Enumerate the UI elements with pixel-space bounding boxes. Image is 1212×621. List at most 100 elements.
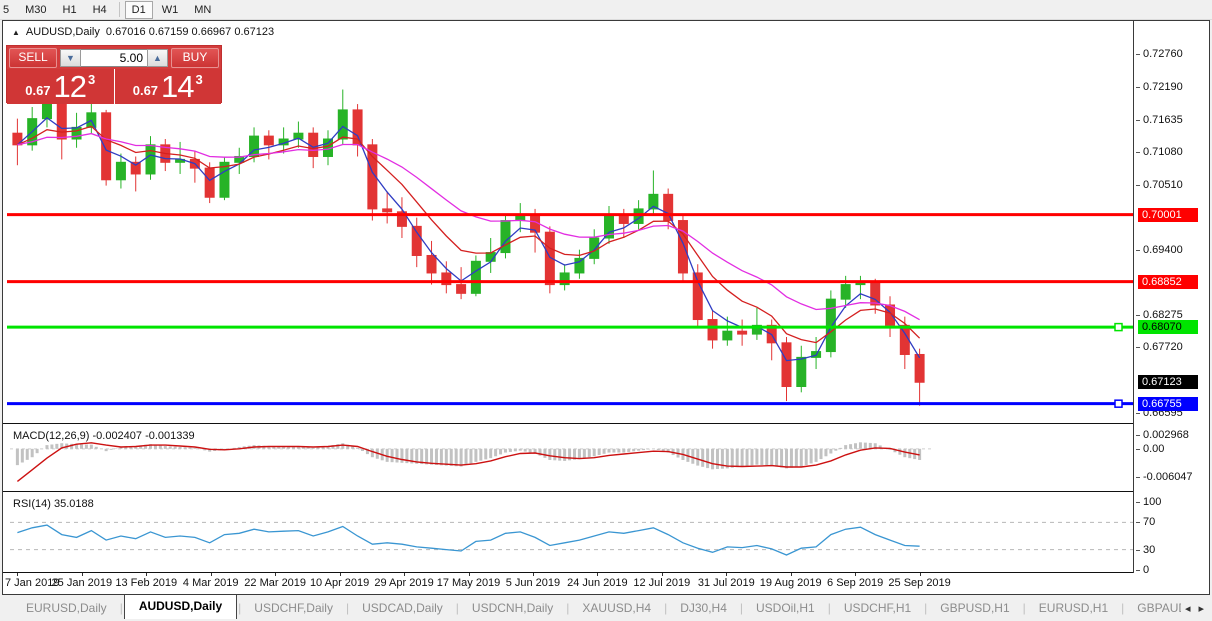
price-level-badge: 0.66755 (1138, 397, 1198, 411)
chart-title: ▲ AUDUSD,Daily 0.67016 0.67159 0.66967 0… (12, 26, 274, 38)
tab-eurusd-h1[interactable]: EURUSD,H1 (1027, 598, 1120, 618)
date-label: 25 Jan 2019 (52, 577, 113, 589)
axis-tick-label: 0.002968 (1143, 429, 1189, 442)
timeframe-button-h4[interactable]: H4 (86, 1, 114, 19)
axis-tick-label: 0.70510 (1143, 179, 1183, 192)
tab-audusd-daily[interactable]: AUDUSD,Daily (124, 595, 237, 619)
tab-usdcad-daily[interactable]: USDCAD,Daily (350, 598, 455, 618)
date-label: 22 Mar 2019 (244, 577, 306, 589)
timeframe-button-m30[interactable]: M30 (18, 1, 53, 19)
date-tick (791, 573, 792, 576)
date-label: 29 Apr 2019 (374, 577, 433, 589)
date-tick (82, 573, 83, 576)
chart-symbol-label: AUDUSD,Daily (26, 26, 100, 38)
rsi-label: RSI(14) 35.0188 (13, 498, 94, 510)
tab-scroll-arrows: ◂▸ (1181, 595, 1208, 621)
chart-ohlc-values: 0.67016 0.67159 0.66967 0.67123 (106, 26, 274, 38)
volume-increase-button[interactable]: ▲ (147, 49, 168, 67)
buy-button[interactable]: BUY (171, 48, 219, 68)
date-tick (211, 573, 212, 576)
axis-tick-label: 0.71080 (1143, 146, 1183, 159)
date-tick (920, 573, 921, 576)
date-tick (17, 573, 18, 576)
date-label: 31 Jul 2019 (698, 577, 755, 589)
date-label: 6 Sep 2019 (827, 577, 883, 589)
macd-panel[interactable]: MACD(12,26,9) -0.002407 -0.001339 (3, 427, 1209, 491)
sell-price-sup: 3 (88, 72, 95, 87)
tab-usdcnh-daily[interactable]: USDCNH,Daily (460, 598, 565, 618)
sell-price-panel[interactable]: 0.67 12 3 (7, 69, 115, 104)
current-price-badge: 0.67123 (1138, 375, 1198, 389)
tab-dj30-h4[interactable]: DJ30,H4 (668, 598, 739, 618)
tab-gbpusd-h1[interactable]: GBPUSD,H1 (928, 598, 1021, 618)
date-tick (404, 573, 405, 576)
date-tick (146, 573, 147, 576)
tab-usdchf-daily[interactable]: USDCHF,Daily (242, 598, 345, 618)
axis-tick-label: 70 (1143, 516, 1155, 529)
date-label: 4 Mar 2019 (183, 577, 239, 589)
sell-button[interactable]: SELL (9, 48, 57, 68)
tab-usdchf-h1[interactable]: USDCHF,H1 (832, 598, 923, 618)
date-tick (469, 573, 470, 576)
date-label: 12 Jul 2019 (633, 577, 690, 589)
date-tick (275, 573, 276, 576)
trading-app: 5M30H1H4 D1W1MN ▲ AUDUSD,Daily 0.67016 0.… (0, 0, 1212, 621)
chart-tab-bar: EURUSD,Daily|AUDUSD,Daily|USDCHF,Daily|U… (0, 595, 1212, 621)
price-level-badge: 0.68070 (1138, 320, 1198, 334)
axis-tick-label: 0.72760 (1143, 48, 1183, 61)
macd-label: MACD(12,26,9) -0.002407 -0.001339 (13, 430, 195, 442)
axis-tick-label: 0.67720 (1143, 341, 1183, 354)
date-label: 25 Sep 2019 (888, 577, 950, 589)
date-label: 17 May 2019 (437, 577, 501, 589)
price-level-badge: 0.68852 (1138, 275, 1198, 289)
toolbar-separator (119, 2, 120, 17)
timeframe-button-mn[interactable]: MN (187, 1, 218, 19)
date-label: 19 Aug 2019 (760, 577, 822, 589)
sell-price-prefix: 0.67 (25, 83, 50, 98)
timeframe-button-d1[interactable]: D1 (125, 1, 153, 19)
date-tick (597, 573, 598, 576)
rsi-canvas[interactable] (7, 495, 1133, 572)
axis-tick-label: 30 (1143, 544, 1155, 557)
volume-spinner: ▼ ▲ (60, 49, 168, 67)
date-tick (726, 573, 727, 576)
tab-eurusd-daily[interactable]: EURUSD,Daily (14, 598, 119, 618)
tab-scroll-right-icon[interactable]: ▸ (1198, 602, 1204, 615)
tab-scroll-left-icon[interactable]: ◂ (1185, 602, 1191, 615)
date-axis[interactable]: 7 Jan 201925 Jan 201913 Feb 20194 Mar 20… (3, 573, 1209, 594)
date-tick (533, 573, 534, 576)
timeframe-button-5[interactable]: 5 (0, 1, 16, 19)
price-chart-panel[interactable]: ▲ AUDUSD,Daily 0.67016 0.67159 0.66967 0… (3, 21, 1209, 423)
price-level-badge: 0.70001 (1138, 208, 1198, 222)
timeframe-toolbar: 5M30H1H4 D1W1MN (0, 0, 1212, 20)
axis-tick-label: 0.72190 (1143, 81, 1183, 94)
buy-price-big: 14 (161, 69, 193, 105)
date-tick (340, 573, 341, 576)
axis-tick-label: 0.00 (1143, 443, 1164, 456)
chart-window: ▲ AUDUSD,Daily 0.67016 0.67159 0.66967 0… (2, 20, 1210, 595)
volume-input[interactable] (81, 49, 147, 67)
price-axis[interactable]: 0.72760 0.72190 0.71635 0.71080 0.70510 0.694… (1133, 21, 1209, 573)
timeframe-button-h1[interactable]: H1 (56, 1, 84, 19)
date-label: 5 Jun 2019 (506, 577, 560, 589)
tab-usdoil-h1[interactable]: USDOil,H1 (744, 598, 827, 618)
date-tick (855, 573, 856, 576)
date-label: 13 Feb 2019 (115, 577, 177, 589)
axis-tick-label: 100 (1143, 496, 1161, 509)
tab-xauusd-h4[interactable]: XAUUSD,H4 (570, 598, 663, 618)
volume-decrease-button[interactable]: ▼ (60, 49, 81, 67)
timeframe-button-w1[interactable]: W1 (155, 1, 186, 19)
rsi-panel[interactable]: RSI(14) 35.0188 (3, 495, 1209, 572)
axis-tick-label: -0.006047 (1143, 471, 1193, 484)
sell-price-big: 12 (54, 69, 86, 105)
date-label: 24 Jun 2019 (567, 577, 628, 589)
buy-price-prefix: 0.67 (133, 83, 158, 98)
buy-price-sup: 3 (196, 72, 203, 87)
axis-tick-label: 0.71635 (1143, 114, 1183, 127)
date-tick (662, 573, 663, 576)
date-label: 10 Apr 2019 (310, 577, 369, 589)
collapse-arrow-icon[interactable]: ▲ (12, 28, 20, 37)
buy-price-panel[interactable]: 0.67 14 3 (115, 69, 222, 104)
one-click-trade-widget: SELL ▼ ▲ BUY 0.67 12 3 0.67 (6, 45, 222, 103)
axis-tick-label: 0.69400 (1143, 244, 1183, 257)
